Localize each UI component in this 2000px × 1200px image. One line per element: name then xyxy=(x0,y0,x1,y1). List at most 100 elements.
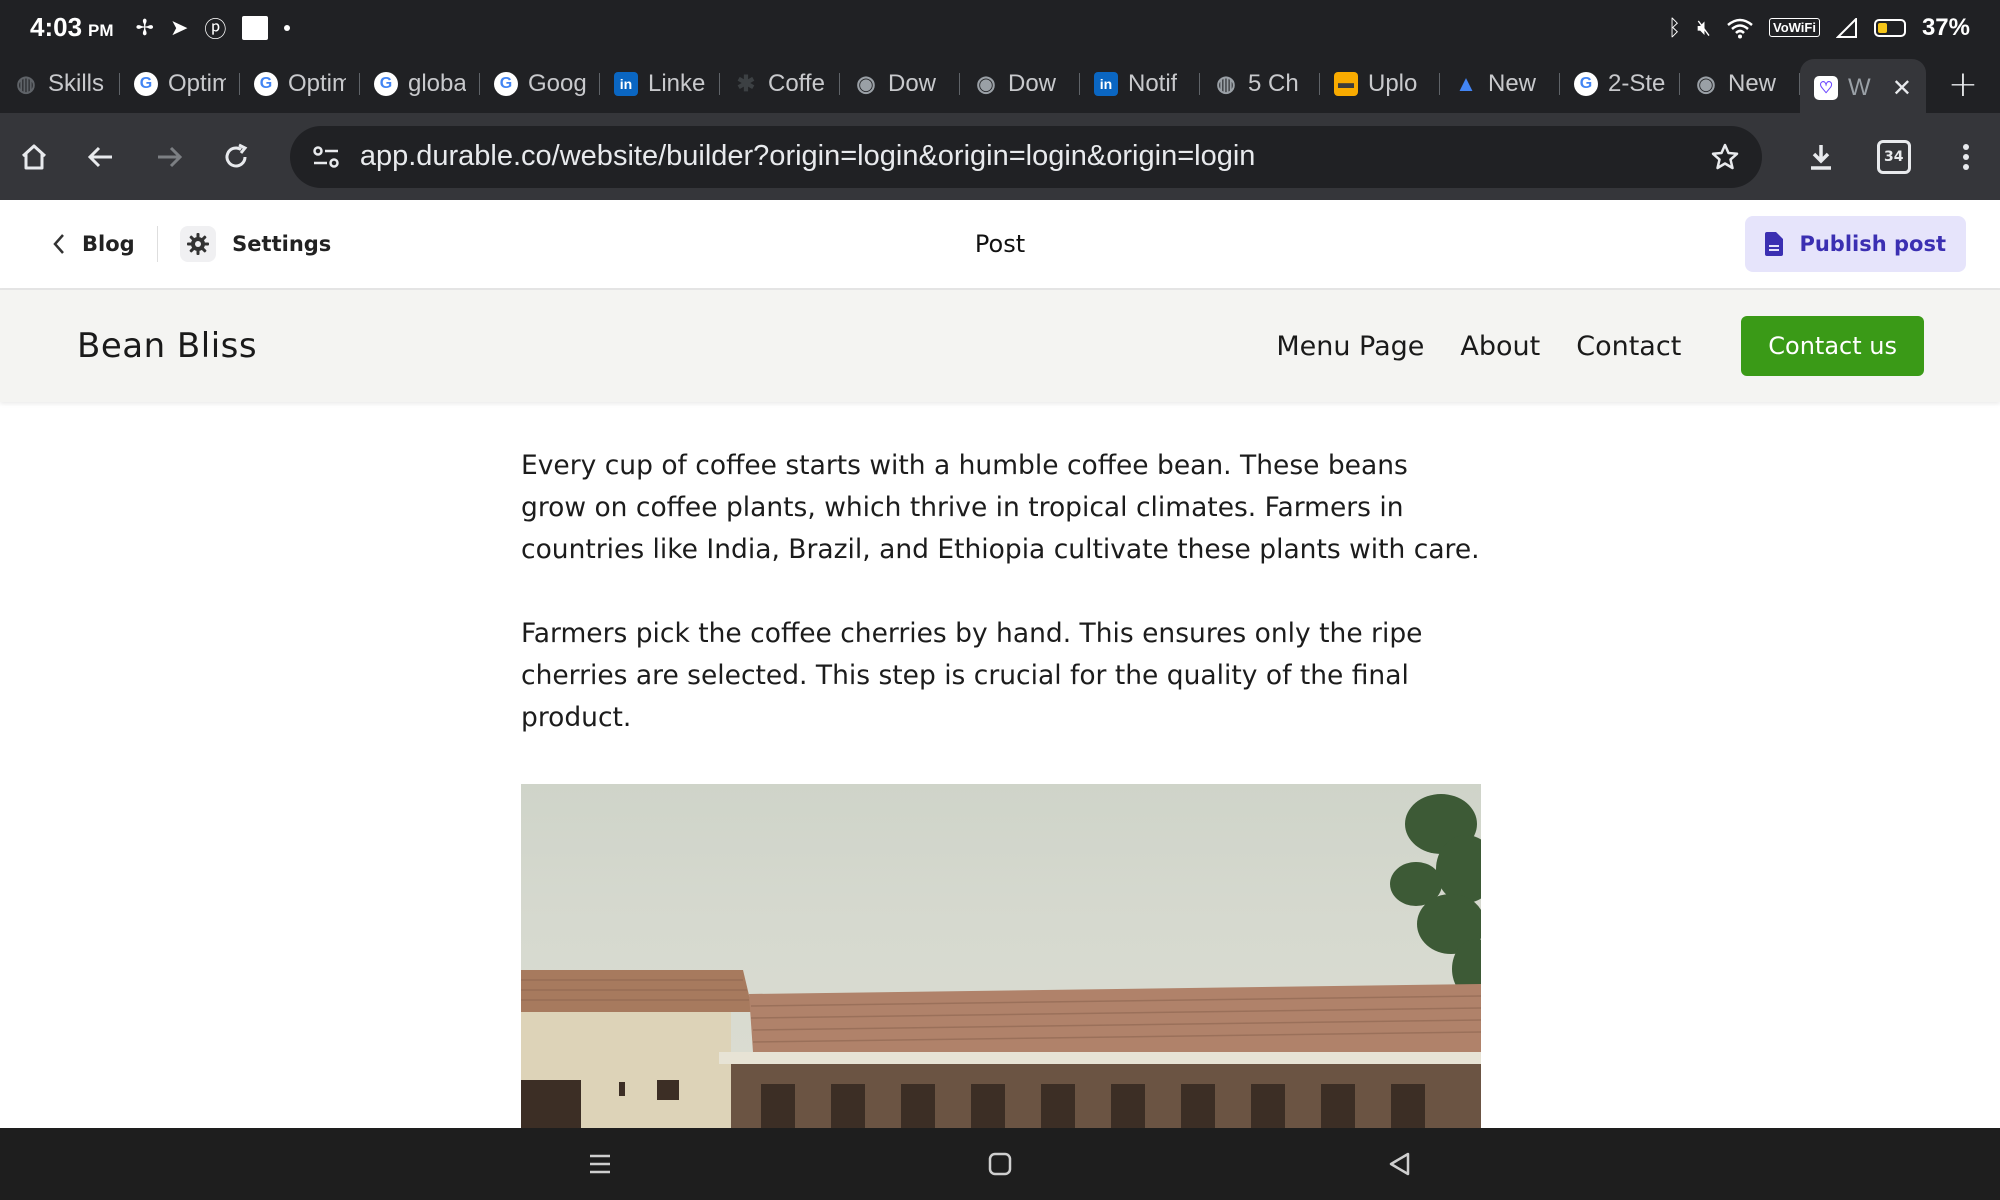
tab-11[interactable]: ◍ 5 Ch xyxy=(1200,59,1320,109)
gear-icon-wrap xyxy=(180,226,217,262)
google-icon: G xyxy=(494,72,518,96)
durable-icon: ♡ xyxy=(1814,76,1838,100)
building-photo xyxy=(521,794,1481,1128)
more-notifications-dot xyxy=(284,24,291,31)
back-button[interactable] xyxy=(67,121,134,193)
reload-icon xyxy=(225,143,248,167)
tab-label: 2-Ste xyxy=(1608,70,1666,97)
signal-icon xyxy=(1835,17,1857,38)
tab-label: New xyxy=(1728,70,1777,97)
status-ampm: PM xyxy=(88,21,114,40)
close-tab-icon[interactable]: ✕ xyxy=(1892,74,1912,103)
back-arrow-icon xyxy=(88,146,113,167)
browser-toolbar: app.durable.co/website/builder?origin=lo… xyxy=(0,113,2000,200)
linkedin-icon: in xyxy=(1094,72,1118,96)
notification-icons: ✢ ➤ ⓟ xyxy=(136,12,291,44)
new-tab-button[interactable]: + xyxy=(1948,64,1978,105)
tab-8[interactable]: ◉ Dow xyxy=(840,59,960,109)
back-to-blog-button[interactable]: Blog xyxy=(52,232,135,256)
tab-label: Notif xyxy=(1128,70,1178,97)
chevron-left-icon xyxy=(53,234,64,254)
address-bar[interactable]: app.durable.co/website/builder?origin=lo… xyxy=(289,125,1762,188)
menu-button[interactable] xyxy=(1933,121,2000,193)
tab-label: globa xyxy=(408,70,466,97)
contact-us-button[interactable]: Contact us xyxy=(1741,316,1924,376)
settings-label: Settings xyxy=(232,232,332,256)
tab-14[interactable]: G 2-Ste xyxy=(1560,59,1680,109)
site-header: Bean Bliss Menu Page About Contact Conta… xyxy=(0,290,2000,402)
nav-link-menu-page[interactable]: Menu Page xyxy=(1276,331,1424,362)
globe-icon: ◍ xyxy=(16,71,36,96)
wifi-icon xyxy=(1727,18,1753,38)
article-image[interactable] xyxy=(521,784,1481,1128)
document-icon xyxy=(1765,232,1784,256)
settings-button[interactable]: Settings xyxy=(180,226,331,262)
tab-5[interactable]: G Goog xyxy=(480,59,600,109)
google-icon: G xyxy=(254,72,278,96)
site-settings-icon[interactable] xyxy=(312,145,340,169)
tab-12[interactable]: ▬ Uplo xyxy=(1320,59,1440,109)
download-button[interactable] xyxy=(1788,121,1855,193)
tab-switcher-button[interactable]: 34 xyxy=(1860,121,1927,193)
tab-10[interactable]: in Notif xyxy=(1080,59,1200,109)
article-paragraph[interactable]: Every cup of coffee starts with a humble… xyxy=(521,445,1481,571)
bookmark-star-icon[interactable] xyxy=(1710,142,1740,172)
vowifi-badge: VoWiFi xyxy=(1768,18,1820,37)
tab-2[interactable]: G Optim xyxy=(120,59,240,109)
chrome-icon: ◉ xyxy=(856,71,876,96)
back-triangle-icon[interactable] xyxy=(1388,1152,1412,1176)
battery-icon xyxy=(1873,18,1906,37)
nav-link-contact[interactable]: Contact xyxy=(1576,331,1681,362)
google-icon: G xyxy=(134,72,158,96)
upload-icon: ▬ xyxy=(1334,72,1358,96)
article-body: Every cup of coffee starts with a humble… xyxy=(521,445,1481,781)
tab-label: 5 Ch xyxy=(1248,70,1299,97)
globe-icon: ◍ xyxy=(1216,71,1236,96)
tab-15[interactable]: ◉ New xyxy=(1680,59,1800,109)
tab-9[interactable]: ◉ Dow xyxy=(960,59,1080,109)
tab-label: Dow xyxy=(888,70,937,97)
article-paragraph[interactable]: Farmers pick the coffee cherries by hand… xyxy=(521,613,1481,739)
tab-3[interactable]: G Optim xyxy=(240,59,360,109)
publish-post-button[interactable]: Publish post xyxy=(1745,216,1966,272)
tab-label: Skills xyxy=(48,70,105,97)
pinterest-icon: ⓟ xyxy=(204,16,227,42)
back-label: Blog xyxy=(82,232,135,256)
tab-label: Dow xyxy=(1008,70,1057,97)
app-notification-icon xyxy=(242,15,269,40)
system-nav-bar xyxy=(0,1128,2000,1200)
site-brand[interactable]: Bean Bliss xyxy=(77,326,257,366)
linkedin-icon: in xyxy=(614,72,638,96)
tab-7[interactable]: ✱ Coffe xyxy=(720,59,840,109)
tab-strip: ◍ Skills G Optim G Optim Ggloba G Goog in Linke ✱ Co… xyxy=(0,55,2000,117)
forward-button[interactable] xyxy=(135,121,202,193)
battery-percent: 37% xyxy=(1921,13,1970,41)
status-indicators: ᛒ 🔇︎ VoWiFi 37% xyxy=(1668,14,1970,42)
site-nav: Menu Page About Contact xyxy=(1276,331,1681,362)
tab-4[interactable]: Ggloba xyxy=(360,59,480,109)
nav-link-about[interactable]: About xyxy=(1460,331,1540,362)
reload-button[interactable] xyxy=(202,121,269,193)
home-button[interactable] xyxy=(0,121,67,193)
status-bar: 4:03 PM ✢ ➤ ⓟ ᛒ 🔇︎ VoWiFi 37% xyxy=(0,0,2000,55)
tab-13[interactable]: ▲ New xyxy=(1440,59,1560,109)
tab-6[interactable]: in Linke xyxy=(600,59,720,109)
chrome-icon: ◉ xyxy=(976,71,996,96)
tab-label: W xyxy=(1848,74,1871,101)
coffee-icon: ✱ xyxy=(736,71,756,96)
bluetooth-icon: ᛒ xyxy=(1667,14,1682,40)
builder-header: Blog Settings Post Publish post xyxy=(0,200,2000,290)
recents-menu-icon[interactable] xyxy=(588,1153,612,1175)
google-icon: G xyxy=(374,72,398,96)
home-square-icon[interactable] xyxy=(988,1152,1012,1176)
tab-count: 34 xyxy=(1876,139,1911,174)
tab-label: Uplo xyxy=(1368,70,1418,97)
forward-arrow-icon xyxy=(157,146,182,167)
tab-label: Optim xyxy=(168,70,226,97)
url-text[interactable]: app.durable.co/website/builder?origin=lo… xyxy=(360,140,1256,173)
tab-active[interactable]: ♡ W ✕ xyxy=(1800,59,1926,117)
tab-label: Optim xyxy=(288,70,346,97)
tab-1[interactable]: ◍ Skills xyxy=(0,59,120,109)
status-time-value: 4:03 xyxy=(30,12,83,42)
status-time: 4:03 PM xyxy=(30,12,114,43)
